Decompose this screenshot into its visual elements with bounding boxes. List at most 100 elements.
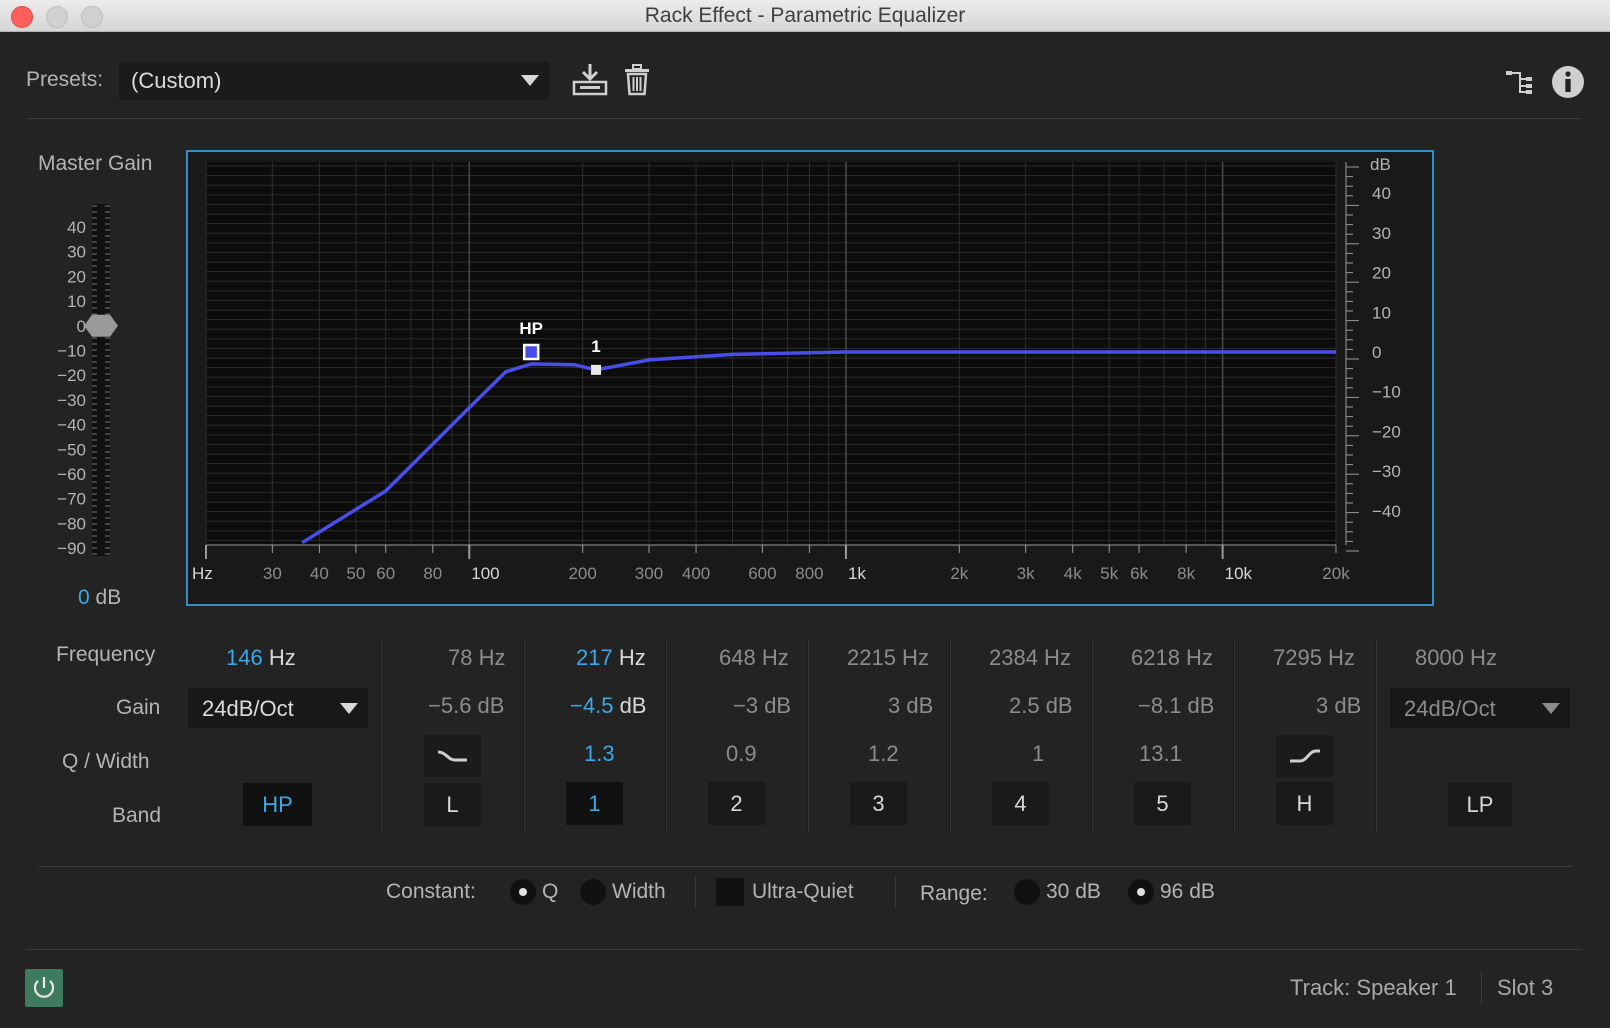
frequency-tick-label: 800: [795, 564, 823, 583]
constant-q-radio[interactable]: [510, 879, 536, 905]
band-4-q[interactable]: 1: [1032, 741, 1044, 767]
range-30db-radio[interactable]: [1014, 879, 1040, 905]
presets-dropdown[interactable]: (Custom): [119, 62, 549, 100]
frequency-tick-label: 10k: [1225, 564, 1253, 583]
band-2-gain[interactable]: −3 dB: [733, 693, 791, 719]
master-gain-scale-label: −90: [57, 539, 86, 558]
frequency-tick-label: 30: [263, 564, 282, 583]
band-3-q[interactable]: 1.2: [868, 741, 899, 767]
column-divider: [1233, 640, 1234, 832]
band-5-button[interactable]: 5: [1134, 782, 1191, 825]
low-shelf-gain[interactable]: −5.6 dB: [428, 693, 504, 719]
band-5-q[interactable]: 13.1: [1139, 741, 1182, 767]
band-1-q[interactable]: 1.3: [584, 741, 615, 767]
master-gain-value: 0 dB: [78, 586, 121, 610]
master-gain-slider[interactable]: 403020100−10−20−30−40−50−60−70−80−90: [40, 200, 140, 560]
footer-divider: [26, 949, 1582, 950]
equalizer-window: Rack Effect - Parametric Equalizer Prese…: [0, 0, 1610, 1028]
master-gain-label: Master Gain: [38, 152, 153, 175]
band-5-frequency[interactable]: 6218 Hz: [1131, 645, 1213, 671]
power-toggle-button[interactable]: [25, 969, 63, 1007]
band-handle-label: HP: [519, 319, 543, 338]
ultra-quiet-checkbox[interactable]: [716, 878, 744, 906]
band-low-shelf-button[interactable]: L: [424, 783, 481, 826]
lp-slope-value: 24dB/Oct: [1404, 696, 1496, 721]
band-4-gain[interactable]: 2.5 dB: [1009, 693, 1073, 719]
band-1-gain-unit: dB: [619, 693, 647, 718]
band-3-frequency[interactable]: 2215 Hz: [847, 645, 929, 671]
high-shelf-frequency[interactable]: 7295 Hz: [1273, 645, 1355, 671]
low-shelf-frequency[interactable]: 78 Hz: [448, 645, 505, 671]
band-handle-label: 1: [591, 337, 600, 356]
hp-frequency[interactable]: 146 Hz: [226, 645, 296, 671]
master-gain-scale-label: 40: [67, 218, 86, 237]
save-preset-icon[interactable]: [572, 62, 608, 96]
band-3-gain[interactable]: 3 dB: [888, 693, 933, 719]
master-gain-scale-label: −70: [57, 490, 86, 509]
band-hp-button[interactable]: HP: [243, 783, 312, 826]
lp-slope-dropdown[interactable]: 24dB/Oct: [1390, 688, 1570, 728]
title-bar: Rack Effect - Parametric Equalizer: [0, 0, 1610, 32]
band-1-frequency[interactable]: 217 Hz: [576, 645, 646, 671]
db-tick-label: −40: [1372, 502, 1401, 521]
band-2-button[interactable]: 2: [708, 782, 765, 825]
frequency-tick-label: 400: [682, 564, 710, 583]
hp-frequency-number: 146: [226, 645, 263, 670]
info-icon[interactable]: [1551, 65, 1585, 99]
band-1-handle[interactable]: [591, 364, 602, 375]
band-hp-handle[interactable]: [522, 343, 540, 361]
lp-frequency[interactable]: 8000 Hz: [1415, 645, 1497, 671]
master-gain-handle[interactable]: [84, 314, 118, 337]
band-3-button[interactable]: 3: [850, 782, 907, 825]
db-tick-label: 30: [1372, 224, 1391, 243]
frequency-tick-label: 4k: [1064, 564, 1082, 583]
band-lp-button[interactable]: LP: [1448, 783, 1512, 826]
db-tick-label: 10: [1372, 303, 1391, 322]
trash-icon[interactable]: [624, 64, 650, 96]
band-1-gain-number: −4.5: [570, 693, 614, 718]
master-gain-scale-label: −20: [57, 366, 86, 385]
db-tick-label: 40: [1372, 184, 1391, 203]
window-title: Rack Effect - Parametric Equalizer: [644, 4, 966, 27]
low-shelf-icon: [437, 750, 467, 762]
frequency-tick-label: 100: [471, 564, 499, 583]
low-shelf-shape-button[interactable]: [424, 735, 481, 777]
master-gain-scale-label: −50: [57, 440, 86, 459]
master-gain-number: 0: [78, 586, 90, 609]
column-divider: [380, 640, 381, 832]
band-2-frequency[interactable]: 648 Hz: [719, 645, 789, 671]
constant-width-radio[interactable]: [580, 879, 606, 905]
column-divider: [1375, 640, 1376, 832]
band-2-q[interactable]: 0.9: [726, 741, 757, 767]
options-divider: [895, 877, 896, 907]
master-gain-scale-label: −40: [57, 416, 86, 435]
band-high-shelf-button[interactable]: H: [1276, 782, 1333, 825]
master-gain-scale-label: 30: [67, 243, 86, 262]
frequency-tick-label: Hz: [192, 564, 213, 583]
band-1-gain[interactable]: −4.5 dB: [570, 693, 646, 719]
eq-graph[interactable]: Hz 30 40 50 60 80 100 200 300 400 600 800 1k 2k 3k 4k 5k…: [186, 150, 1434, 606]
frequency-tick-label: 2k: [950, 564, 968, 583]
high-shelf-shape-button[interactable]: [1276, 735, 1333, 777]
column-divider: [807, 640, 808, 832]
band-1-button[interactable]: 1: [566, 782, 623, 825]
constant-label: Constant:: [386, 880, 476, 903]
db-tick-label: −30: [1372, 462, 1401, 481]
eq-graph-canvas[interactable]: Hz 30 40 50 60 80 100 200 300 400 600 800 1k 2k 3k 4k 5k…: [188, 152, 1432, 604]
frequency-tick-label: 50: [346, 564, 365, 583]
frequency-tick-label: 5k: [1100, 564, 1118, 583]
routing-icon[interactable]: [1504, 69, 1534, 95]
db-tick-label: 20: [1372, 264, 1391, 283]
frequency-tick-label: 8k: [1177, 564, 1195, 583]
band-4-button[interactable]: 4: [992, 782, 1049, 825]
band-5-gain[interactable]: −8.1 dB: [1138, 693, 1214, 719]
range-96db-radio[interactable]: [1128, 879, 1154, 905]
column-divider: [949, 640, 950, 832]
band-4-frequency[interactable]: 2384 Hz: [989, 645, 1071, 671]
hp-slope-dropdown[interactable]: 24dB/Oct: [188, 688, 368, 728]
toolbar-divider: [26, 118, 1582, 119]
chevron-down-icon: [521, 75, 539, 86]
high-shelf-gain[interactable]: 3 dB: [1316, 693, 1361, 719]
frequency-tick-label: 300: [635, 564, 663, 583]
master-gain-scale-label: 10: [67, 292, 86, 311]
